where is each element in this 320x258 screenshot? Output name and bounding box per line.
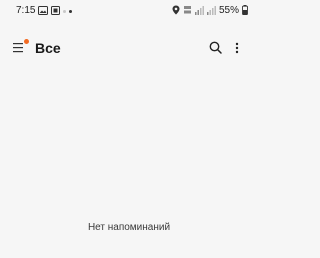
more-vertical-icon: [235, 42, 239, 54]
search-button[interactable]: [205, 37, 227, 59]
notification-badge-dot: [24, 39, 29, 44]
notification-dot-faint: [63, 9, 66, 13]
navigation-menu-button[interactable]: [10, 37, 32, 59]
status-notification-icons: [38, 5, 72, 17]
volte-icon: [183, 2, 192, 20]
status-system-icons: 55%: [172, 5, 248, 17]
reminders-screen: 7:15 55% Все Нет напоминаний: [0, 0, 258, 258]
empty-state-message: Нет напоминаний: [87, 222, 171, 233]
battery-icon: [242, 2, 248, 20]
status-bar: 7:15 55%: [0, 0, 258, 22]
sim-card-icon: [51, 2, 60, 20]
page-title: Все: [35, 40, 61, 56]
app-bar: Все: [0, 32, 258, 64]
more-options-button[interactable]: [228, 37, 246, 59]
signal-icon: [194, 2, 204, 20]
signal-icon: [206, 2, 216, 20]
battery-percent: 55%: [218, 5, 239, 16]
more-notifications-dot: [69, 9, 72, 13]
hamburger-menu-icon: [13, 43, 23, 53]
search-icon: [209, 41, 222, 54]
status-time: 7:15: [16, 5, 36, 16]
location-icon: [172, 2, 180, 20]
photo-icon: [38, 2, 48, 20]
